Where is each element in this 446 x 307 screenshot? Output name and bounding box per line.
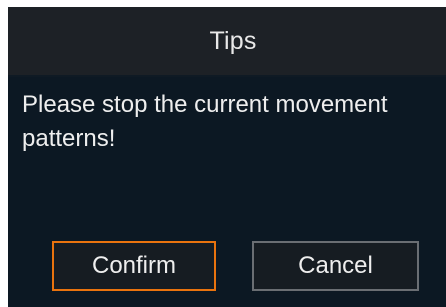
dialog-titlebar: Tips <box>8 7 446 77</box>
confirm-button[interactable]: Confirm <box>52 241 216 291</box>
dialog-title: Tips <box>209 26 257 55</box>
dialog-message: Please stop the current movement pattern… <box>22 91 388 152</box>
cancel-button[interactable]: Cancel <box>252 241 419 291</box>
tips-dialog: Tips Please stop the current movement pa… <box>8 7 446 307</box>
dialog-body: Please stop the current movement pattern… <box>8 77 446 307</box>
